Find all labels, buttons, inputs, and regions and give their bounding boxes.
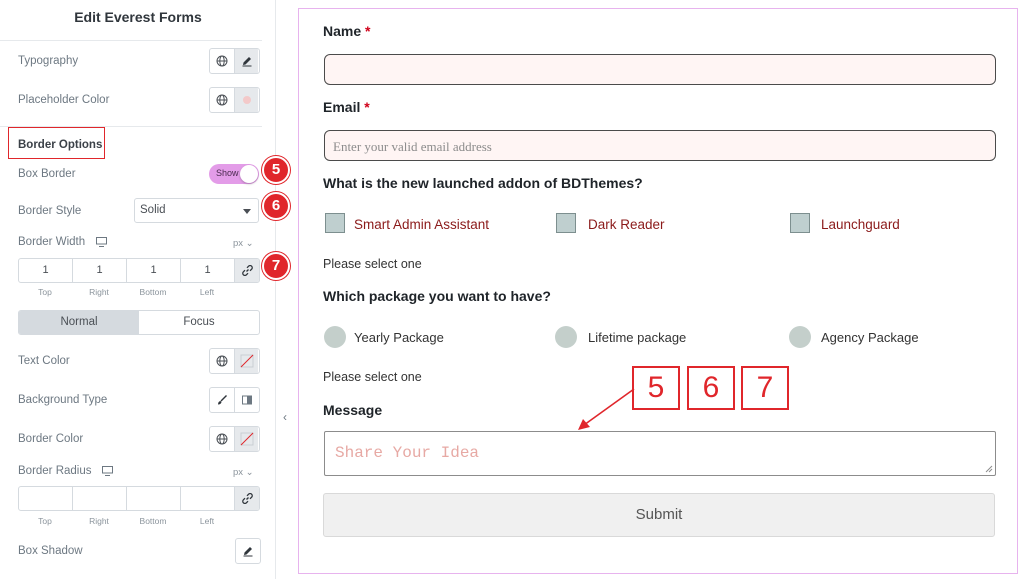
dim-label-top: Top — [38, 287, 52, 297]
resize-handle-icon[interactable] — [985, 465, 993, 473]
caret-down-icon — [243, 209, 251, 214]
message-label: Message — [323, 402, 383, 418]
radio-label: Yearly Package — [354, 330, 444, 345]
checkbox-launchguard[interactable] — [790, 213, 810, 233]
toggle-text: Show — [216, 168, 239, 178]
border-radius-bottom[interactable] — [127, 487, 181, 510]
typography-label: Typography — [18, 55, 79, 67]
dim-label-bottom: Bottom — [139, 516, 167, 526]
select-one-note: Please select one — [323, 370, 422, 384]
dim-label-right: Right — [89, 516, 109, 526]
dim-label-top: Top — [38, 516, 52, 526]
checkbox-smart-admin[interactable] — [325, 213, 345, 233]
dim-label-right: Right — [89, 287, 109, 297]
link-icon[interactable] — [235, 487, 259, 510]
brush-icon[interactable] — [210, 388, 234, 412]
border-radius-right[interactable] — [73, 487, 127, 510]
checkbox-label: Smart Admin Assistant — [354, 217, 490, 232]
border-radius-left[interactable] — [181, 487, 235, 510]
dim-label-left: Left — [199, 287, 215, 297]
submit-button[interactable]: Submit — [323, 493, 995, 537]
email-placeholder: Enter your valid email address — [333, 139, 492, 154]
border-width-top[interactable]: 1 — [19, 259, 73, 282]
border-color-controls — [209, 426, 260, 452]
border-options-section[interactable]: Border Options — [8, 127, 105, 159]
dim-label-left: Left — [199, 516, 215, 526]
border-width-label: Border Width — [18, 236, 86, 248]
globe-icon[interactable] — [210, 49, 234, 73]
annotation-badge-6: 6 — [262, 192, 290, 220]
checkbox-label: Launchguard — [821, 217, 900, 232]
unit-selector[interactable]: px ⌄ — [233, 238, 254, 249]
email-input[interactable]: Enter your valid email address — [324, 130, 996, 161]
globe-icon[interactable] — [210, 88, 234, 112]
border-style-select[interactable]: Solid — [134, 198, 259, 223]
box-border-toggle[interactable]: Show — [209, 164, 259, 184]
box-border-label: Box Border — [18, 168, 76, 180]
state-tabs: Normal Focus — [18, 310, 260, 335]
border-width-inputs: 1 1 1 1 — [18, 258, 260, 283]
text-color-label: Text Color — [18, 355, 70, 367]
radio-yearly[interactable] — [324, 326, 346, 348]
no-color-icon[interactable] — [234, 427, 258, 451]
message-textarea[interactable]: Share Your Idea — [324, 431, 996, 476]
annotation-badge-7: 7 — [262, 252, 290, 280]
desktop-icon[interactable] — [102, 466, 113, 476]
message-placeholder: Share Your Idea — [335, 444, 480, 462]
annotation-badge-5: 5 — [262, 156, 290, 184]
tab-focus[interactable]: Focus — [139, 311, 259, 334]
email-label: Email * — [323, 99, 370, 115]
color-swatch[interactable] — [234, 88, 258, 112]
border-radius-inputs — [18, 486, 260, 511]
name-label: Name * — [323, 23, 371, 39]
box-shadow-edit-button[interactable] — [235, 538, 261, 564]
border-options-label: Border Options — [18, 139, 103, 151]
checkbox-dark-reader[interactable] — [556, 213, 576, 233]
background-type-label: Background Type — [18, 394, 108, 406]
unit-selector[interactable]: px ⌄ — [233, 467, 254, 478]
radio-lifetime[interactable] — [555, 326, 577, 348]
editor-panel: Edit Everest Forms Typography Placeholde… — [0, 0, 276, 579]
tab-normal[interactable]: Normal — [19, 311, 139, 334]
border-style-value: Solid — [140, 204, 166, 216]
radio-label: Lifetime package — [588, 330, 687, 345]
border-width-bottom[interactable]: 1 — [127, 259, 181, 282]
name-input[interactable] — [324, 54, 996, 85]
typography-controls — [209, 48, 260, 74]
dim-label-bottom: Bottom — [139, 287, 167, 297]
collapse-panel-chevron-left-icon[interactable]: ‹ — [276, 404, 294, 430]
pencil-icon — [243, 547, 253, 557]
globe-icon[interactable] — [210, 349, 234, 373]
border-radius-top[interactable] — [19, 487, 73, 510]
border-style-label: Border Style — [18, 205, 82, 217]
background-type-controls — [209, 387, 260, 413]
form-preview: Name * Email * Enter your valid email ad… — [298, 8, 1018, 574]
annotation-box-7: 7 — [741, 366, 789, 410]
annotation-box-6: 6 — [687, 366, 735, 410]
radio-label: Agency Package — [821, 330, 919, 345]
radio-agency[interactable] — [789, 326, 811, 348]
question-addon-label: What is the new launched addon of BDThem… — [323, 175, 643, 191]
box-shadow-label: Box Shadow — [18, 545, 83, 557]
border-color-label: Border Color — [18, 433, 84, 445]
placeholder-color-controls — [209, 87, 260, 113]
question-package-label: Which package you want to have? — [323, 288, 551, 304]
border-width-left[interactable]: 1 — [181, 259, 235, 282]
panel-title: Edit Everest Forms — [74, 9, 202, 25]
link-icon[interactable] — [235, 259, 259, 282]
gradient-icon[interactable] — [234, 388, 258, 412]
divider — [0, 40, 262, 41]
border-width-right[interactable]: 1 — [73, 259, 127, 282]
toggle-knob — [240, 165, 258, 183]
no-color-icon[interactable] — [234, 349, 258, 373]
annotation-arrow-icon — [578, 388, 635, 430]
select-one-note: Please select one — [323, 257, 422, 271]
placeholder-color-label: Placeholder Color — [18, 94, 110, 106]
globe-icon[interactable] — [210, 427, 234, 451]
text-color-controls — [209, 348, 260, 374]
desktop-icon[interactable] — [96, 237, 107, 247]
border-radius-label: Border Radius — [18, 465, 92, 477]
pencil-icon[interactable] — [234, 49, 258, 73]
checkbox-label: Dark Reader — [588, 217, 665, 232]
